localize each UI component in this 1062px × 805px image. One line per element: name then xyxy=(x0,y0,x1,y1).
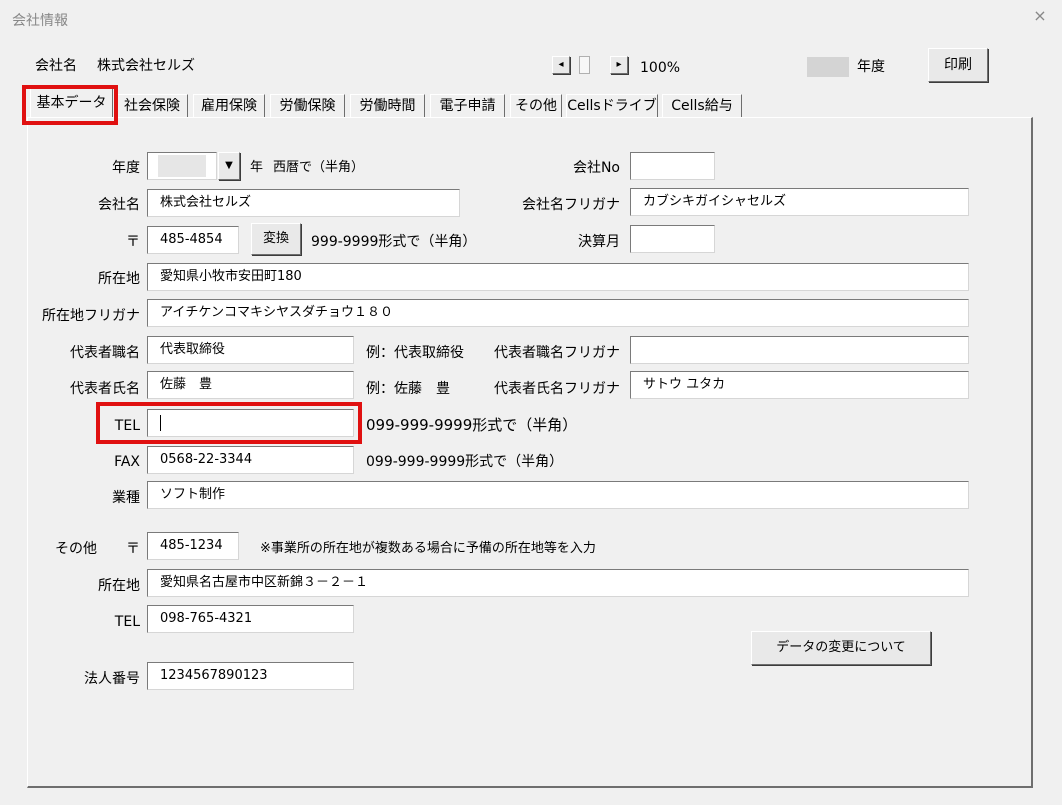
address-kana-field[interactable]: アイチケンコマキシヤスダチョウ１８０ xyxy=(147,299,969,327)
other-address-label: 所在地 xyxy=(98,578,140,594)
rep-title-example: 例：代表取締役 xyxy=(366,345,464,361)
company-name-header: 株式会社セルズ xyxy=(97,58,195,74)
corp-number-field[interactable]: 1234567890123 xyxy=(147,662,354,690)
convert-button[interactable]: 変換 xyxy=(251,223,301,255)
company-kana-field[interactable]: カブシキガイシャセルズ xyxy=(630,188,969,216)
year-label: 年度 xyxy=(112,160,140,176)
fax-hint: 099-999-9999形式で（半角） xyxy=(366,454,564,470)
rep-name-field[interactable]: 佐藤 豊 xyxy=(147,371,354,399)
year-suffix: 年 xyxy=(250,160,264,175)
fax-label: FAX xyxy=(114,454,140,470)
company-kana-label: 会社名フリガナ xyxy=(522,197,620,213)
company-no-field[interactable] xyxy=(630,152,715,180)
print-button[interactable]: 印刷 xyxy=(928,48,988,82)
company-name-field[interactable]: 株式会社セルズ xyxy=(147,189,460,217)
rep-name-label: 代表者氏名 xyxy=(70,381,140,397)
zoom-increase-button[interactable]: ▸ xyxy=(610,56,628,74)
year-dropdown-button[interactable]: ▼ xyxy=(218,152,240,180)
address-kana-label: 所在地フリガナ xyxy=(42,308,140,324)
company-no-label: 会社No xyxy=(572,160,620,176)
zoom-slider-thumb[interactable] xyxy=(579,56,590,74)
about-changes-button[interactable]: データの変更について xyxy=(751,631,931,665)
year-select[interactable] xyxy=(147,152,217,180)
address-label: 所在地 xyxy=(98,271,140,287)
address-field[interactable]: 愛知県小牧市安田町180 xyxy=(147,263,969,291)
tel-hint: 099-999-9999形式で（半角） xyxy=(366,416,578,434)
other-note: ※事業所の所在地が複数ある場合に予備の所在地等を入力 xyxy=(260,541,596,556)
tab-cells-drive[interactable]: Cellsドライブ xyxy=(566,94,658,118)
year-display xyxy=(807,57,849,77)
fiscal-month-field[interactable] xyxy=(630,225,715,253)
tab-other[interactable]: その他 xyxy=(510,94,562,118)
highlight-tel-field xyxy=(96,402,362,444)
window-title: 会社情報 xyxy=(12,13,68,29)
tab-cells-payroll[interactable]: Cells給与 xyxy=(662,94,742,118)
rep-name-example: 例：佐藤 豊 xyxy=(366,381,450,397)
rep-title-kana-label: 代表者職名フリガナ xyxy=(494,345,620,361)
year-hint: 西暦で（半角） xyxy=(273,160,365,175)
year-header-label: 年度 xyxy=(857,59,885,75)
other-zip-field[interactable]: 485-1234 xyxy=(147,532,239,560)
rep-title-kana-field[interactable] xyxy=(630,336,969,364)
rep-name-kana-field[interactable]: サトウ ユタカ xyxy=(630,371,969,399)
tab-labor-insurance[interactable]: 労働保険 xyxy=(270,94,345,118)
other-tel-field[interactable]: 098-765-4321 xyxy=(147,605,354,633)
zip-hint: 999-9999形式で（半角） xyxy=(311,234,477,250)
tab-employment-insurance[interactable]: 雇用保険 xyxy=(193,94,265,118)
rep-name-kana-label: 代表者氏名フリガナ xyxy=(494,381,620,397)
zip-field[interactable]: 485-4854 xyxy=(147,226,239,254)
industry-label: 業種 xyxy=(112,490,140,506)
rep-title-label: 代表者職名 xyxy=(70,345,140,361)
zoom-decrease-button[interactable]: ◂ xyxy=(552,56,570,74)
industry-field[interactable]: ソフト制作 xyxy=(147,481,969,509)
highlight-basic-data-tab xyxy=(22,85,118,125)
fax-field[interactable]: 0568-22-3344 xyxy=(147,446,354,474)
tab-working-hours[interactable]: 労働時間 xyxy=(350,94,425,118)
other-zip-label: 〒 xyxy=(126,541,140,557)
close-icon[interactable]: × xyxy=(1030,6,1050,26)
zoom-level: 100% xyxy=(640,60,681,76)
other-address-field[interactable]: 愛知県名古屋市中区新錦３－２－１ xyxy=(147,569,969,597)
other-tel-label: TEL xyxy=(114,614,140,630)
tab-social-insurance[interactable]: 社会保険 xyxy=(116,94,188,118)
fiscal-month-label: 決算月 xyxy=(578,234,620,250)
company-name-label: 会社名 xyxy=(98,197,140,213)
zip-label: 〒 xyxy=(126,234,140,250)
rep-title-field[interactable]: 代表取締役 xyxy=(147,336,354,364)
corp-number-label: 法人番号 xyxy=(84,671,140,687)
other-label: その他 xyxy=(55,541,97,557)
company-label: 会社名 xyxy=(35,58,77,74)
tab-e-application[interactable]: 電子申請 xyxy=(430,94,505,118)
